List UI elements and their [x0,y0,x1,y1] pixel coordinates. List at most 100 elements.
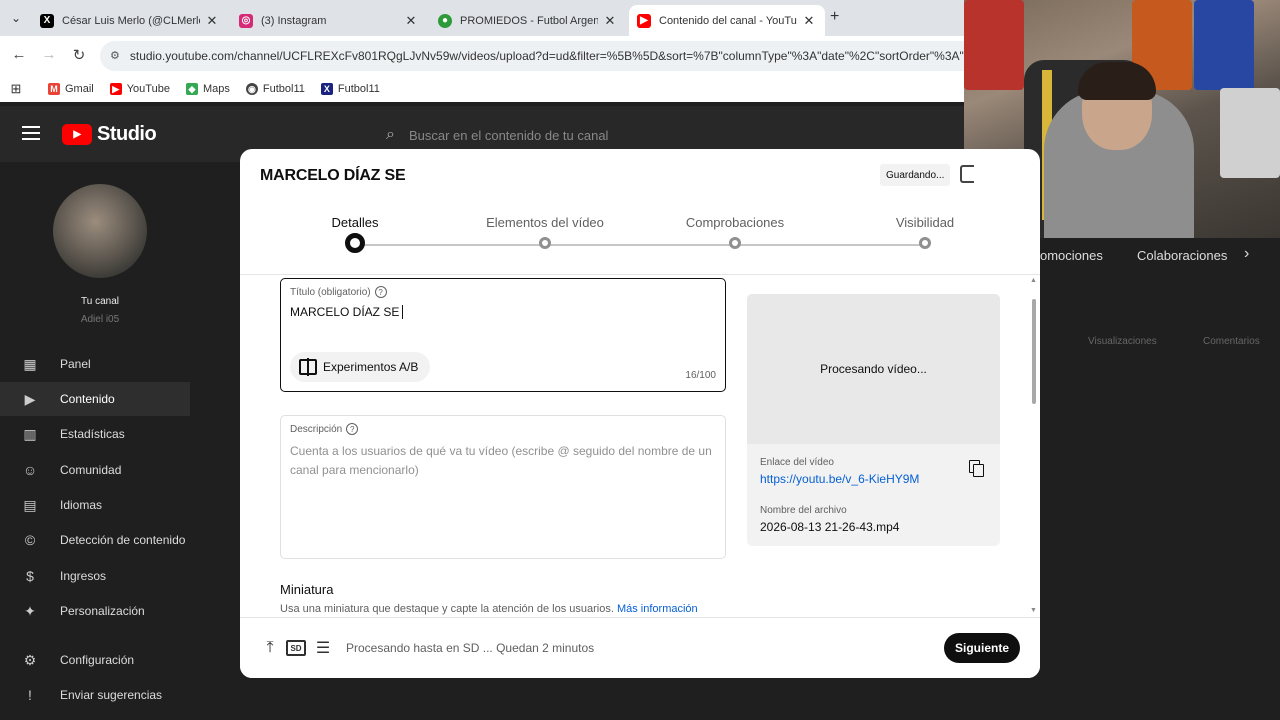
processing-text: Procesando vídeo... [820,362,927,376]
reload-icon[interactable]: ↻ [69,46,89,64]
apps-grid-icon[interactable]: ⊞ [0,81,32,97]
upload-icon[interactable]: ⤒ [260,638,280,658]
thumbnail-subtitle-text: Usa una miniatura que destaque y capte l… [280,603,614,615]
upload-stepper: Detalles Elementos del vídeo Comprobacio… [240,205,1040,275]
nav-contenido[interactable]: ▶ Contenido [20,389,190,409]
channel-avatar[interactable] [53,184,147,278]
search-icon: ⌕ [386,126,395,143]
tab-close-icon[interactable]: ✕ [204,13,220,29]
url-text: studio.youtube.com/channel/UCFLREXcFv801… [129,49,980,63]
file-name-label: Nombre del archivo [760,505,847,516]
chevron-right-icon[interactable]: › [1244,245,1249,263]
video-preview-card: Procesando vídeo... Enlace del vídeo htt… [747,294,1000,546]
browser-tab-promiedos[interactable]: ● PROMIEDOS - Futbol Argentino ✕ [430,5,626,36]
channel-search[interactable]: ⌕ Buscar en el contenido de tu canal [386,120,906,150]
x-icon: X [320,83,333,95]
back-arrow-icon[interactable]: ← [9,46,29,63]
nav-estadisticas[interactable]: ▥ Estadísticas [20,424,190,444]
nav-label: Panel [60,357,91,371]
next-button[interactable]: Siguiente [944,633,1020,663]
checks-list-icon[interactable]: ☰ [313,638,333,658]
nav-idiomas[interactable]: ▤ Idiomas [20,495,190,515]
title-char-counter: 16/100 [685,370,716,381]
step-detalles-dot[interactable] [345,233,365,253]
nav-label: Contenido [60,392,115,406]
video-link[interactable]: https://youtu.be/v_6-KieHY9M [760,472,919,486]
step-detalles-label[interactable]: Detalles [332,215,379,230]
analytics-icon: ▥ [23,425,37,442]
content-icon: ▶ [24,390,36,407]
bookmark-label: Futbol11 [262,83,305,95]
bookmark-maps[interactable]: ◆ Maps [185,83,230,95]
gear-icon: ⚙ [23,651,37,668]
title-input[interactable]: MARCELO DÍAZ SE [290,305,404,319]
sd-quality-icon[interactable]: SD [286,640,306,656]
help-icon[interactable]: ? [374,286,387,298]
nav-panel[interactable]: ▦ Panel [20,354,190,374]
ab-testing-button[interactable]: Experimentos A/B [290,352,431,382]
browser-tab-x[interactable]: X César Luis Merlo (@CLMerlo) / X ✕ [32,5,228,36]
step-elementos-label[interactable]: Elementos del vídeo [486,215,604,230]
saving-status-chip: Guardando... [880,164,951,186]
nav-label: Enviar sugerencias [60,688,163,702]
address-bar[interactable]: ⚙ studio.youtube.com/channel/UCFLREXcFv8… [100,41,980,71]
nav-comunidad[interactable]: ☺ Comunidad [20,460,190,480]
upload-dialog: MARCELO DÍAZ SE Guardando... Detalles El… [240,149,1040,678]
studio-logo[interactable]: ▶ Studio [62,123,157,146]
site-info-icon[interactable]: ⚙ [110,49,120,63]
x-icon: X [40,13,54,28]
description-field[interactable]: Descripción ? Cuenta a los usuarios de q… [280,415,726,559]
learn-more-link[interactable]: Más información [617,603,698,615]
thumbnail-subtitle: Usa una miniatura que destaque y capte l… [280,603,698,615]
step-elementos-dot[interactable] [539,237,551,249]
nav-label: Configuración [60,653,135,667]
dialog-scrollbar[interactable] [1032,299,1036,404]
sd-badge-text: SD [290,643,302,653]
bookmark-label: Gmail [65,83,94,95]
bookmark-futbol11-b[interactable]: X Futbol11 [320,83,380,95]
nav-deteccion[interactable]: © Detección de contenido [20,530,190,550]
bookmark-gmail[interactable]: M Gmail [48,83,94,95]
description-placeholder: Cuenta a los usuarios de qué va tu vídeo… [290,444,712,477]
bg-tab-promociones[interactable]: omociones [1040,248,1103,263]
scroll-down-icon[interactable]: ▼ [1030,607,1037,614]
thumbnail-heading: Miniatura [280,582,334,597]
tab-close-icon[interactable]: ✕ [602,13,618,29]
bookmark-youtube[interactable]: ▶ YouTube [109,83,170,95]
scroll-up-icon[interactable]: ▲ [1030,277,1037,284]
copyright-icon: © [24,532,36,548]
magic-wand-icon: ✦ [24,602,36,619]
copy-icon[interactable] [969,460,987,478]
step-comprobaciones-dot[interactable] [729,237,741,249]
nav-ingresos[interactable]: $ Ingresos [20,566,190,586]
bookmark-label: Futbol11 [337,83,380,95]
nav-sugerencias[interactable]: ! Enviar sugerencias [20,685,190,705]
step-visibilidad-dot[interactable] [919,237,931,249]
title-field[interactable]: Título (obligatorio) ? MARCELO DÍAZ SE E… [280,278,726,392]
bg-tab-colaboraciones[interactable]: Colaboraciones [1137,248,1227,263]
channel-label: Tu canal [81,296,119,307]
bookmark-futbol11-a[interactable]: ◉ Futbol11 [245,83,305,95]
browser-tab-instagram[interactable]: ◎ (3) Instagram ✕ [231,5,427,36]
community-icon: ☺ [22,462,38,478]
tab-close-icon[interactable]: ✕ [403,13,419,29]
step-visibilidad-label[interactable]: Visibilidad [896,215,954,230]
dialog-close-icon[interactable] [960,165,974,183]
forward-arrow-icon[interactable]: → [39,46,59,63]
channel-handle: Adiel i05 [80,314,120,325]
nav-configuracion[interactable]: ⚙ Configuración [20,650,190,670]
nav-label: Estadísticas [60,427,125,441]
bookmark-label: Maps [202,83,230,95]
tab-close-icon[interactable]: ✕ [801,13,817,29]
maps-icon: ◆ [185,83,198,95]
title-input-value: MARCELO DÍAZ SE [290,305,400,319]
browser-toolbar: ← → ↻ ⚙ studio.youtube.com/channel/UCFLR… [0,36,980,76]
browser-tab-youtube-studio[interactable]: ▶ Contenido del canal - YouTube ✕ [629,5,825,36]
nav-personalizacion[interactable]: ✦ Personalización [20,601,190,621]
stepper-line [355,244,925,246]
tab-search-chevron-icon[interactable]: ⌄ [8,10,24,26]
menu-icon[interactable] [22,126,40,144]
help-icon[interactable]: ? [346,423,359,435]
step-comprobaciones-label[interactable]: Comprobaciones [686,215,784,230]
new-tab-plus-icon[interactable]: + [830,8,839,26]
